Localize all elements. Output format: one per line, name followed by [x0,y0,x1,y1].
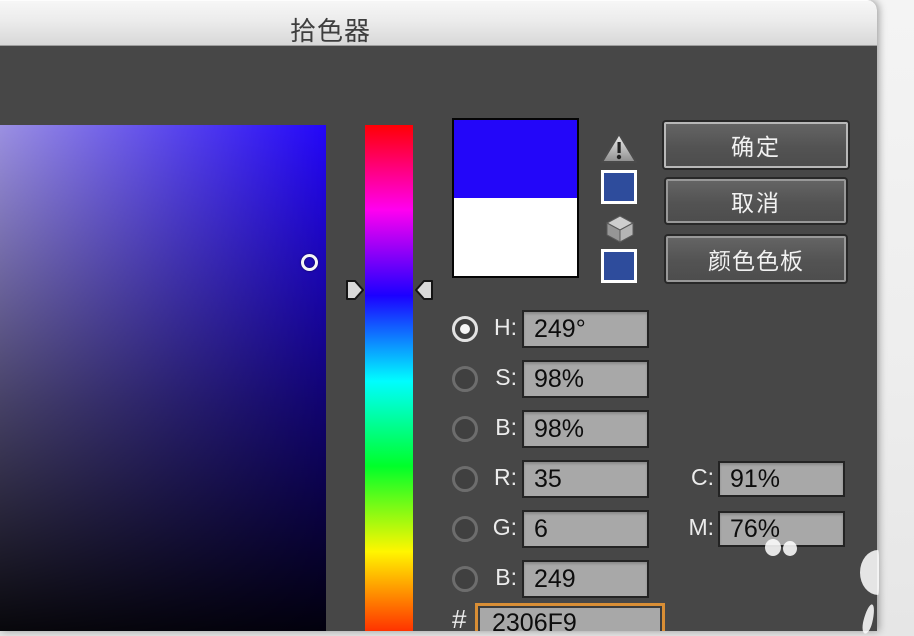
input-b2[interactable] [522,560,649,598]
color-picker-dialog: 拾色器 [0,0,877,631]
dialog-titlebar[interactable]: 拾色器 [0,0,877,46]
radio-b[interactable] [452,416,478,442]
watermark-dot [783,541,797,556]
new-color-region [454,120,577,198]
label-h: H: [478,314,517,341]
screen: 拾色器 [0,0,914,636]
radio-s[interactable] [452,366,478,392]
color-preview [452,118,579,278]
previous-color-region[interactable] [454,198,577,276]
label-m: M: [676,514,714,541]
input-g[interactable] [522,510,649,548]
hue-arrow-right-icon[interactable] [414,278,434,302]
radio-b2[interactable] [452,566,478,592]
input-c[interactable] [718,461,845,497]
label-b2: B: [478,564,517,591]
hue-arrow-left-icon[interactable] [345,278,365,302]
color-field-cursor[interactable] [301,254,318,271]
label-g: G: [478,514,517,541]
input-m[interactable] [718,511,845,547]
label-s: S: [478,364,517,391]
radio-r[interactable] [452,466,478,492]
input-s[interactable] [522,360,649,398]
gamut-warning-triangle-icon[interactable] [600,132,638,164]
web-safe-swatch[interactable] [601,249,637,283]
input-h[interactable] [522,310,649,348]
web-safe-cube-icon[interactable] [604,214,636,244]
ok-button[interactable]: 确定 [664,122,848,168]
radio-g[interactable] [452,516,478,542]
cancel-button[interactable]: 取消 [666,179,846,223]
watermark-dot [765,539,781,556]
gamut-corrected-swatch[interactable] [601,170,637,204]
hex-input[interactable] [475,603,665,631]
label-b: B: [478,414,517,441]
dialog-title: 拾色器 [290,11,371,48]
color-swatches-button[interactable]: 颜色色板 [666,236,846,282]
input-b[interactable] [522,410,649,448]
radio-h[interactable] [452,316,478,342]
hex-hash-label: # [452,604,466,631]
saturation-brightness-field[interactable] [0,125,326,631]
hue-slider[interactable] [365,125,413,631]
label-r: R: [478,464,517,491]
input-r[interactable] [522,460,649,498]
label-c: C: [676,464,714,491]
